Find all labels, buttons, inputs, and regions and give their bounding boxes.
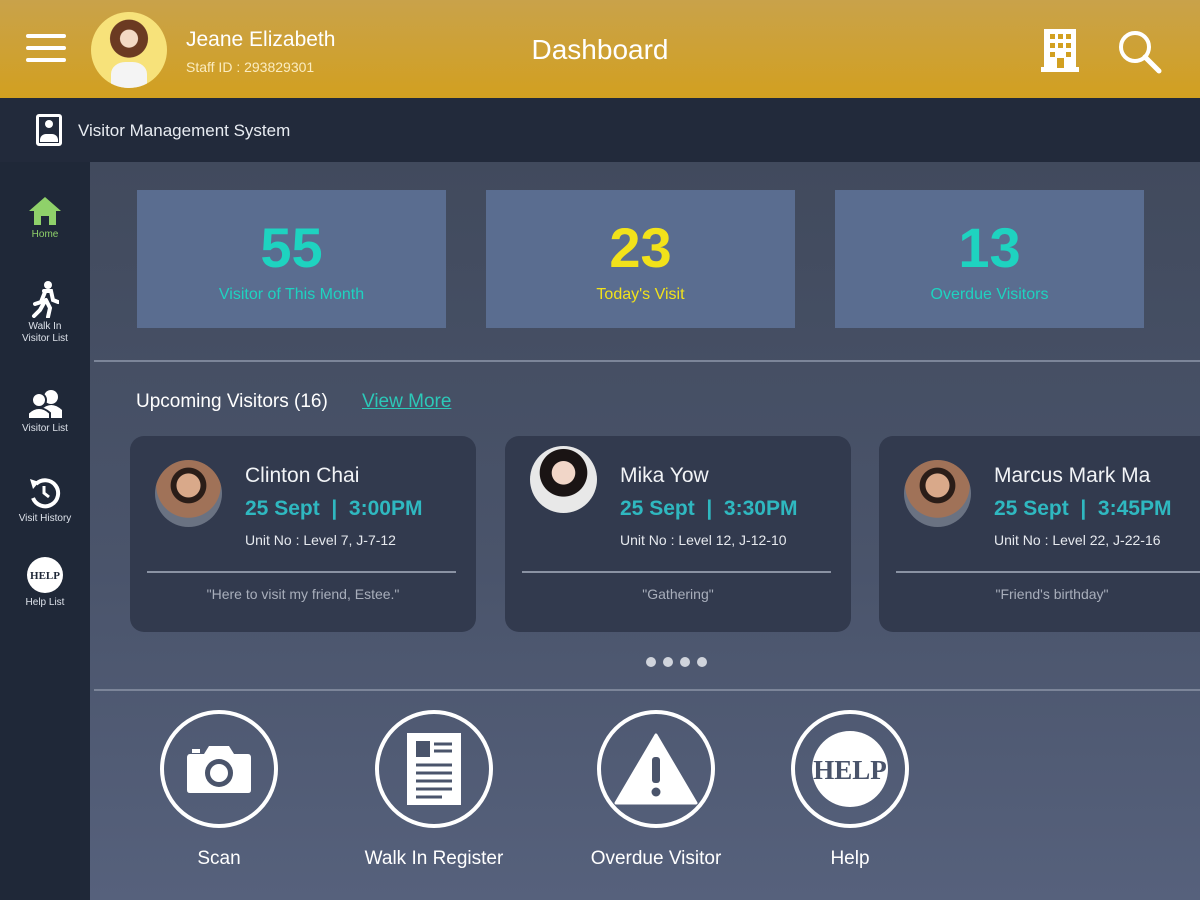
svg-text:HELP: HELP bbox=[813, 755, 887, 785]
visit-note: "Friend's birthday" bbox=[995, 586, 1109, 602]
visit-unit: Unit No : Level 22, J-22-16 bbox=[994, 532, 1161, 548]
history-icon bbox=[30, 478, 61, 509]
form-icon bbox=[407, 733, 461, 805]
help-icon: HELP bbox=[812, 731, 888, 807]
sidebar-item-label: Visitor List bbox=[22, 423, 68, 434]
carousel-pagination bbox=[646, 654, 714, 672]
app-header: Jeane Elizabeth Staff ID : 293829301 Das… bbox=[0, 0, 1200, 98]
walking-person-icon bbox=[32, 281, 59, 318]
sidebar-item-label: Help List bbox=[25, 597, 65, 608]
stat-label: Today's Visit bbox=[596, 286, 685, 303]
dashboard-main: 55 Visitor of This Month 23 Today's Visit … bbox=[90, 162, 1200, 900]
stat-card-month[interactable]: 55 Visitor of This Month bbox=[137, 190, 446, 328]
sidebar-item-label: Home bbox=[31, 229, 59, 240]
upcoming-visitors-title: Upcoming Visitors (16) bbox=[136, 391, 328, 412]
stat-value: 23 bbox=[609, 216, 672, 279]
visitor-name: Clinton Chai bbox=[245, 464, 360, 487]
visit-datetime: 25 Sept | 3:00PM bbox=[245, 497, 423, 520]
visitor-card[interactable]: Clinton Chai 25 Sept | 3:00PM Unit No : Le… bbox=[130, 436, 476, 632]
visitor-card[interactable]: Marcus Mark Ma 25 Sept | 3:45PM Unit No : … bbox=[879, 436, 1200, 632]
staff-id: Staff ID : 293829301 bbox=[186, 59, 315, 75]
action-label: Scan bbox=[197, 848, 241, 869]
visit-note: "Here to visit my friend, Estee." bbox=[206, 586, 400, 602]
svg-text:HELP: HELP bbox=[30, 570, 60, 582]
page-dot[interactable] bbox=[663, 657, 673, 667]
visit-note: "Gathering" bbox=[642, 586, 714, 602]
stat-label: Overdue Visitors bbox=[930, 286, 1049, 303]
stat-card-today[interactable]: 23 Today's Visit bbox=[486, 190, 795, 328]
sidebar-item-label: Visitor List bbox=[22, 333, 68, 344]
divider bbox=[896, 571, 1200, 573]
user-name: Jeane Elizabeth bbox=[186, 28, 336, 51]
sidebar-item-walk-in-visitor-list[interactable]: Walk In Visitor List bbox=[0, 280, 90, 345]
system-name: Visitor Management System bbox=[78, 121, 291, 140]
stat-label: Visitor of This Month bbox=[218, 286, 365, 303]
visit-datetime: 25 Sept | 3:30PM bbox=[620, 497, 798, 520]
sidebar-item-visitor-list[interactable]: Visitor List bbox=[0, 388, 90, 435]
home-icon bbox=[29, 197, 61, 225]
visitor-name: Marcus Mark Ma bbox=[994, 464, 1151, 487]
stat-value: 13 bbox=[958, 216, 1021, 279]
stat-card-overdue[interactable]: 13 Overdue Visitors bbox=[835, 190, 1144, 328]
sidebar-item-label: Visit History bbox=[18, 513, 72, 524]
search-icon[interactable] bbox=[1116, 28, 1162, 74]
stat-value: 55 bbox=[260, 216, 323, 279]
action-label: Overdue Visitor bbox=[590, 848, 722, 869]
page-dot[interactable] bbox=[697, 657, 707, 667]
walk-in-register-button[interactable]: Walk In Register bbox=[344, 710, 524, 870]
page-dot[interactable] bbox=[680, 657, 690, 667]
sidebar: Home Walk In Visitor List Visitor List Vi… bbox=[0, 162, 90, 900]
divider bbox=[522, 571, 831, 573]
visitor-name: Mika Yow bbox=[620, 464, 709, 487]
menu-icon[interactable] bbox=[26, 34, 66, 64]
help-icon: HELP bbox=[27, 557, 63, 593]
overdue-visitor-button[interactable]: Overdue Visitor bbox=[566, 710, 746, 870]
building-icon[interactable] bbox=[1041, 27, 1079, 72]
sidebar-item-visit-history[interactable]: Visit History bbox=[0, 476, 90, 525]
camera-icon bbox=[187, 746, 251, 793]
visit-datetime: 25 Sept | 3:45PM bbox=[994, 497, 1172, 520]
warning-icon bbox=[614, 733, 698, 805]
avatar[interactable] bbox=[91, 12, 167, 88]
action-label: Help bbox=[830, 848, 870, 869]
visitor-photo bbox=[155, 460, 222, 527]
sidebar-item-home[interactable]: Home bbox=[0, 196, 90, 241]
view-more-link[interactable]: View More bbox=[362, 391, 451, 413]
action-label: Walk In Register bbox=[364, 848, 504, 869]
sidebar-item-label: Walk In bbox=[28, 321, 62, 332]
divider bbox=[94, 360, 1200, 362]
id-card-icon bbox=[36, 114, 62, 146]
divider bbox=[147, 571, 456, 573]
visit-unit: Unit No : Level 7, J-7-12 bbox=[245, 532, 396, 548]
sidebar-item-help-list[interactable]: HELP Help List bbox=[0, 556, 90, 609]
visitor-card[interactable]: Mika Yow 25 Sept | 3:30PM Unit No : Level … bbox=[505, 436, 851, 632]
visit-unit: Unit No : Level 12, J-12-10 bbox=[620, 532, 787, 548]
page-dot[interactable] bbox=[646, 657, 656, 667]
scan-button[interactable]: Scan bbox=[129, 710, 309, 870]
users-icon bbox=[27, 390, 62, 420]
divider bbox=[94, 689, 1200, 691]
help-button[interactable]: HELP Help bbox=[760, 710, 940, 870]
visitor-photo bbox=[904, 460, 971, 527]
visitor-photo bbox=[530, 446, 597, 513]
page-title: Dashboard bbox=[531, 34, 669, 65]
